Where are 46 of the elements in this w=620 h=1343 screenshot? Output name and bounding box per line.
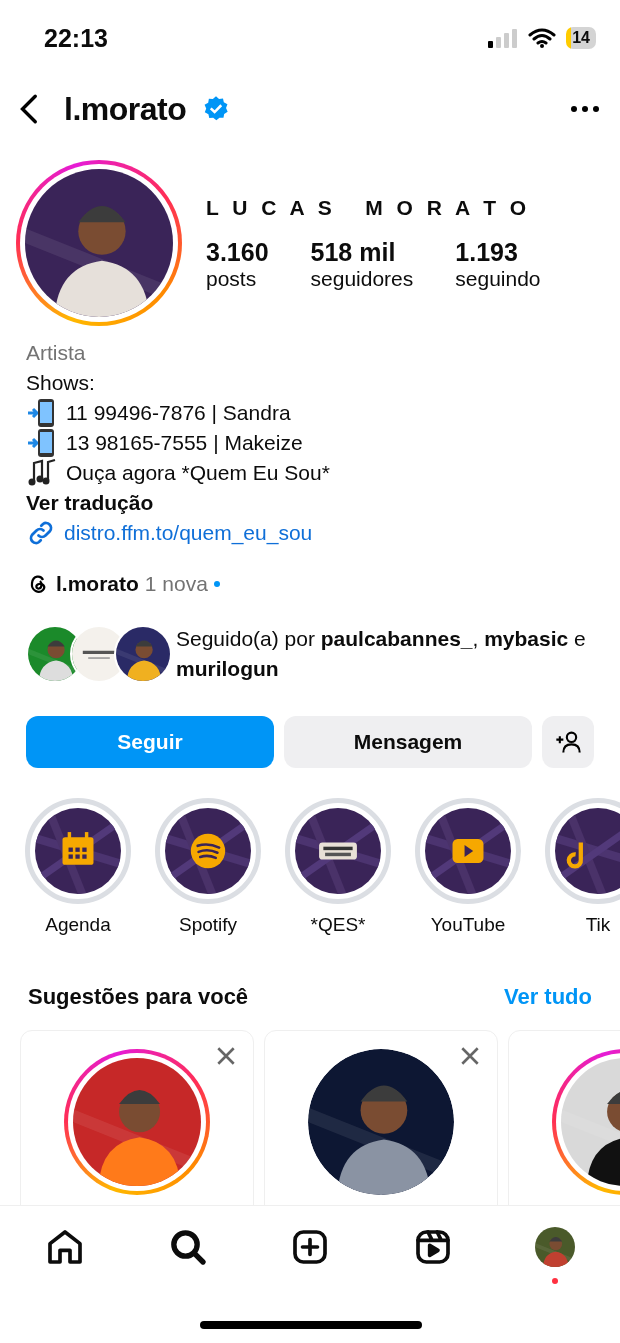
bio-line: Shows: bbox=[26, 370, 95, 396]
translate-link[interactable]: Ver tradução bbox=[26, 488, 594, 518]
note-icon bbox=[566, 842, 583, 869]
full-name: L U C A S M O R A T O bbox=[206, 195, 532, 220]
highlight-cover[interactable] bbox=[285, 798, 391, 904]
calendar-icon bbox=[62, 832, 94, 865]
stat-value: 3.160 bbox=[206, 237, 269, 267]
music-notes-icon bbox=[26, 458, 58, 488]
section-title: Sugestões para você bbox=[28, 984, 249, 1010]
close-button[interactable] bbox=[215, 1045, 237, 1067]
category-label: Artista bbox=[26, 340, 87, 366]
add-user-button[interactable] bbox=[542, 716, 594, 768]
bio-line: 11 99496-7876 | Sandra bbox=[66, 400, 291, 426]
profile-username: l.morato bbox=[64, 90, 187, 128]
bio-line: 13 98165-7555 | Makeize bbox=[66, 430, 303, 456]
new-posts-label: 1 nova bbox=[144, 572, 208, 596]
sticker-icon bbox=[319, 842, 357, 860]
highlight-cover[interactable] bbox=[545, 798, 620, 904]
followed-by-text: Seguido(a) por paulcabannes_, mybasic e murilogun bbox=[176, 626, 587, 682]
stat-value: 1.193 bbox=[455, 237, 519, 267]
stat-label: seguindo bbox=[455, 266, 541, 291]
stat-label: seguidores bbox=[310, 266, 414, 291]
plus-icon bbox=[290, 1227, 330, 1267]
threads-username[interactable]: l.morato bbox=[56, 572, 139, 596]
highlight-label: Tik bbox=[585, 914, 611, 936]
wifi-icon bbox=[528, 28, 557, 48]
stat-label: posts bbox=[206, 266, 258, 291]
stat-value: 518 mil bbox=[310, 237, 397, 267]
home-icon bbox=[45, 1227, 85, 1267]
signal-icon bbox=[488, 28, 519, 48]
close-button[interactable] bbox=[459, 1045, 481, 1067]
highlight-label: Agenda bbox=[45, 914, 111, 936]
highlight-cover[interactable] bbox=[415, 798, 521, 904]
avatar-icon bbox=[535, 1227, 575, 1267]
highlight-cover[interactable] bbox=[25, 798, 131, 904]
highlight-label: *QES* bbox=[310, 914, 366, 936]
battery-level: 14 bbox=[566, 27, 596, 49]
spotify-icon bbox=[190, 833, 226, 869]
highlight-cover[interactable] bbox=[155, 798, 261, 904]
highlight-label: YouTube bbox=[430, 914, 506, 936]
bio-link[interactable]: distro.ffm.to/quem_eu_sou bbox=[64, 518, 313, 548]
more-icon[interactable] bbox=[570, 105, 600, 113]
highlight-label: Spotify bbox=[178, 914, 238, 936]
bio-line: Ouça agora *Quem Eu Sou* bbox=[66, 460, 330, 486]
status-time: 22:13 bbox=[44, 23, 108, 53]
message-button[interactable]: Mensagem bbox=[284, 716, 532, 768]
